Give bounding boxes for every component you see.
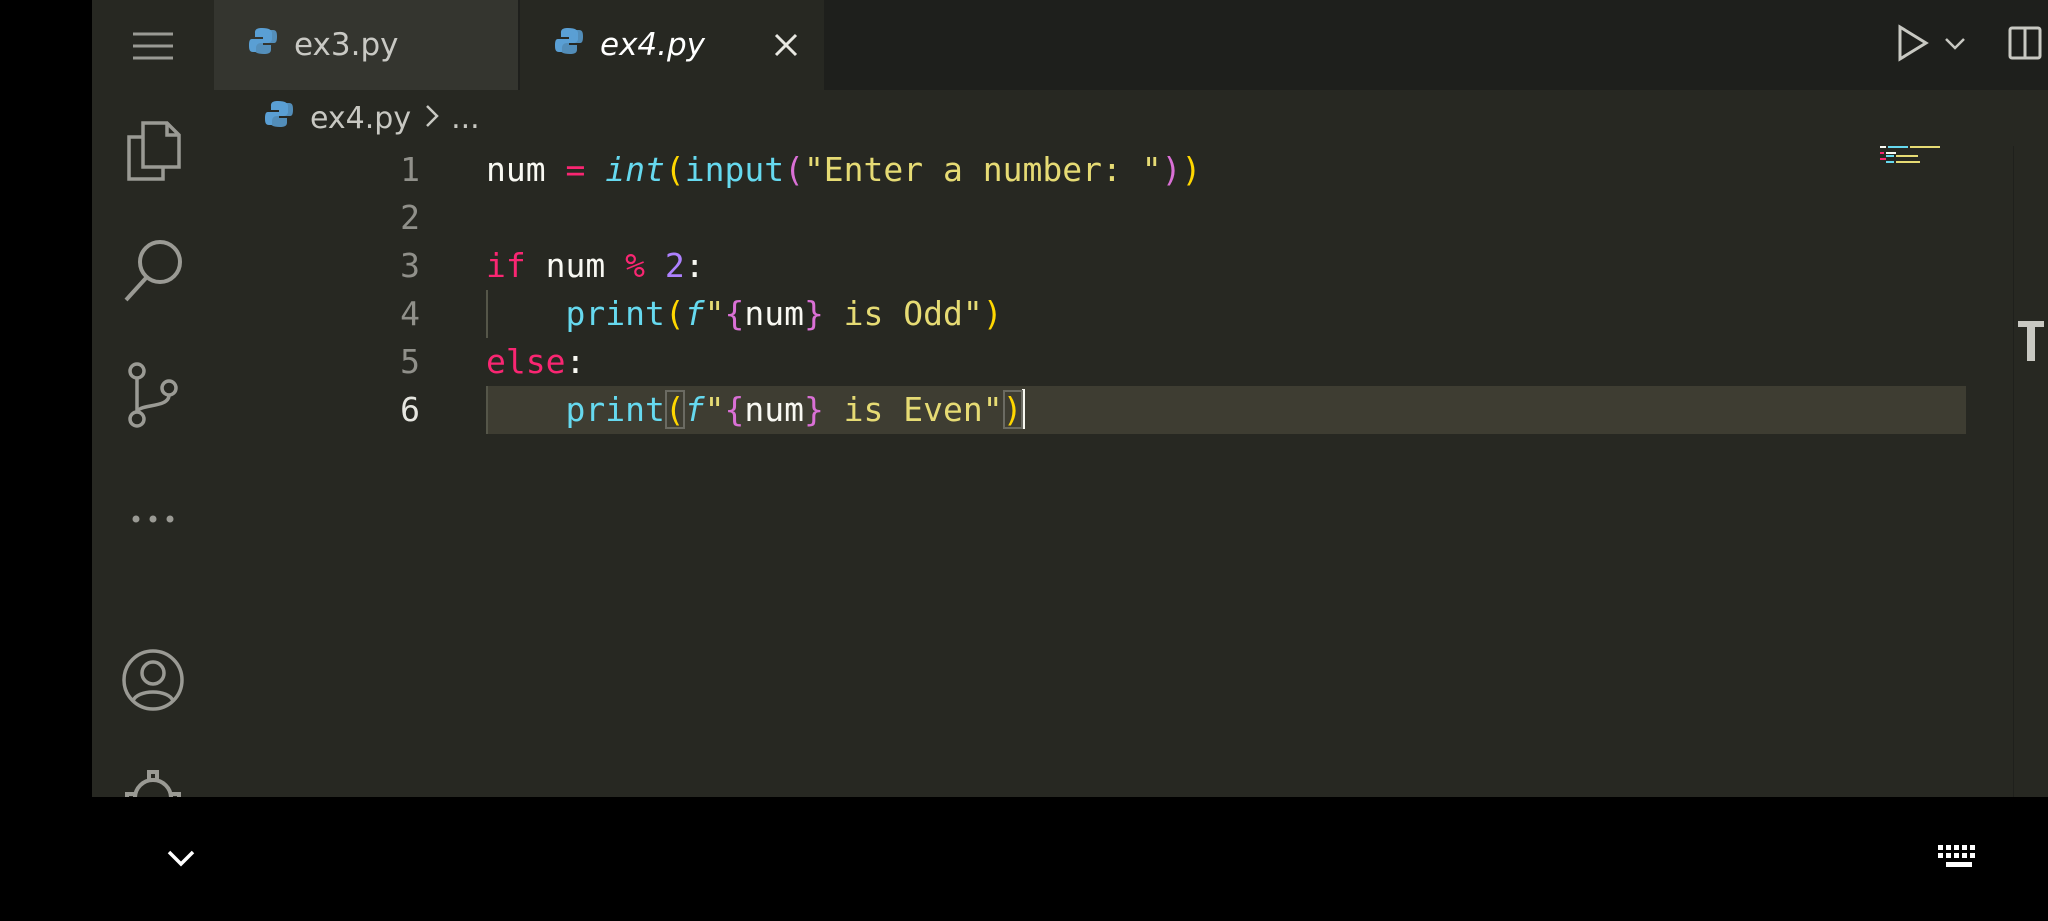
code-line: 5 else: xyxy=(214,338,2008,386)
line-number: 3 xyxy=(400,246,420,285)
activity-bar xyxy=(92,0,214,797)
chevron-down-icon xyxy=(1944,36,1966,55)
matched-bracket-close: ) xyxy=(1002,390,1023,429)
more-icon[interactable] xyxy=(92,504,214,534)
tab-label: ex3.py xyxy=(294,27,399,63)
explorer-icon[interactable] xyxy=(92,118,214,184)
vscode-window: ex3.py ex4.py ex4.py ... 1 num = int(inp… xyxy=(92,0,2048,797)
tab-label: ex4.py xyxy=(600,27,706,63)
bottom-bar xyxy=(0,797,2048,921)
breadcrumb: ex4.py ... xyxy=(264,96,480,140)
tab-ex4[interactable]: ex4.py xyxy=(520,0,824,90)
python-icon xyxy=(248,26,278,64)
menu-icon[interactable] xyxy=(92,26,214,66)
line-number: 1 xyxy=(400,150,420,189)
close-icon[interactable] xyxy=(768,27,804,71)
run-button[interactable] xyxy=(1896,0,1930,90)
source-control-icon[interactable] xyxy=(92,362,214,428)
line-number: 4 xyxy=(400,294,420,333)
run-dropdown-button[interactable] xyxy=(1944,0,1966,90)
split-editor-icon xyxy=(2008,26,2042,64)
code-line: 2 xyxy=(214,194,2008,242)
chevron-down-icon[interactable] xyxy=(166,849,196,873)
code-line: 3 if num % 2: xyxy=(214,242,2008,290)
split-editor-button[interactable] xyxy=(2008,0,2042,90)
tab-ex3[interactable]: ex3.py xyxy=(214,0,518,90)
account-icon[interactable] xyxy=(92,648,214,712)
code-line: 1 num = int(input("Enter a number: ")) xyxy=(214,146,2008,194)
line-number: 2 xyxy=(400,198,420,237)
python-icon xyxy=(554,26,584,64)
settings-gear-icon[interactable] xyxy=(92,768,214,797)
code-text: if num % 2: xyxy=(486,246,705,285)
play-icon xyxy=(1896,24,1930,66)
line-number: 6 xyxy=(400,390,420,429)
chevron-right-icon xyxy=(425,101,439,136)
breadcrumb-more[interactable]: ... xyxy=(451,101,480,136)
code-text: num = int(input("Enter a number: ")) xyxy=(486,150,1202,189)
matched-bracket-open: ( xyxy=(664,390,685,429)
search-icon[interactable] xyxy=(92,238,214,304)
code-line: 4 print(f"{num} is Odd") xyxy=(214,290,2008,338)
keyboard-icon[interactable] xyxy=(1938,845,1980,875)
code-text: print(f"{num} is Even") xyxy=(565,389,1025,429)
code-text: else: xyxy=(486,342,586,381)
code-line-current: 6 print(f"{num} is Even") xyxy=(214,386,2008,434)
tab-bar: ex3.py ex4.py xyxy=(214,0,2048,90)
python-icon xyxy=(264,99,294,137)
code-text: print(f"{num} is Odd") xyxy=(565,294,1003,333)
text-cursor xyxy=(1021,389,1025,429)
breadcrumb-file[interactable]: ex4.py xyxy=(310,101,411,136)
code-editor[interactable]: 1 num = int(input("Enter a number: ")) 2… xyxy=(214,146,2008,797)
line-number: 5 xyxy=(400,342,420,381)
vertical-scrollbar[interactable] xyxy=(2013,146,2048,797)
scrollbar-cursor-marker xyxy=(2018,321,2044,361)
